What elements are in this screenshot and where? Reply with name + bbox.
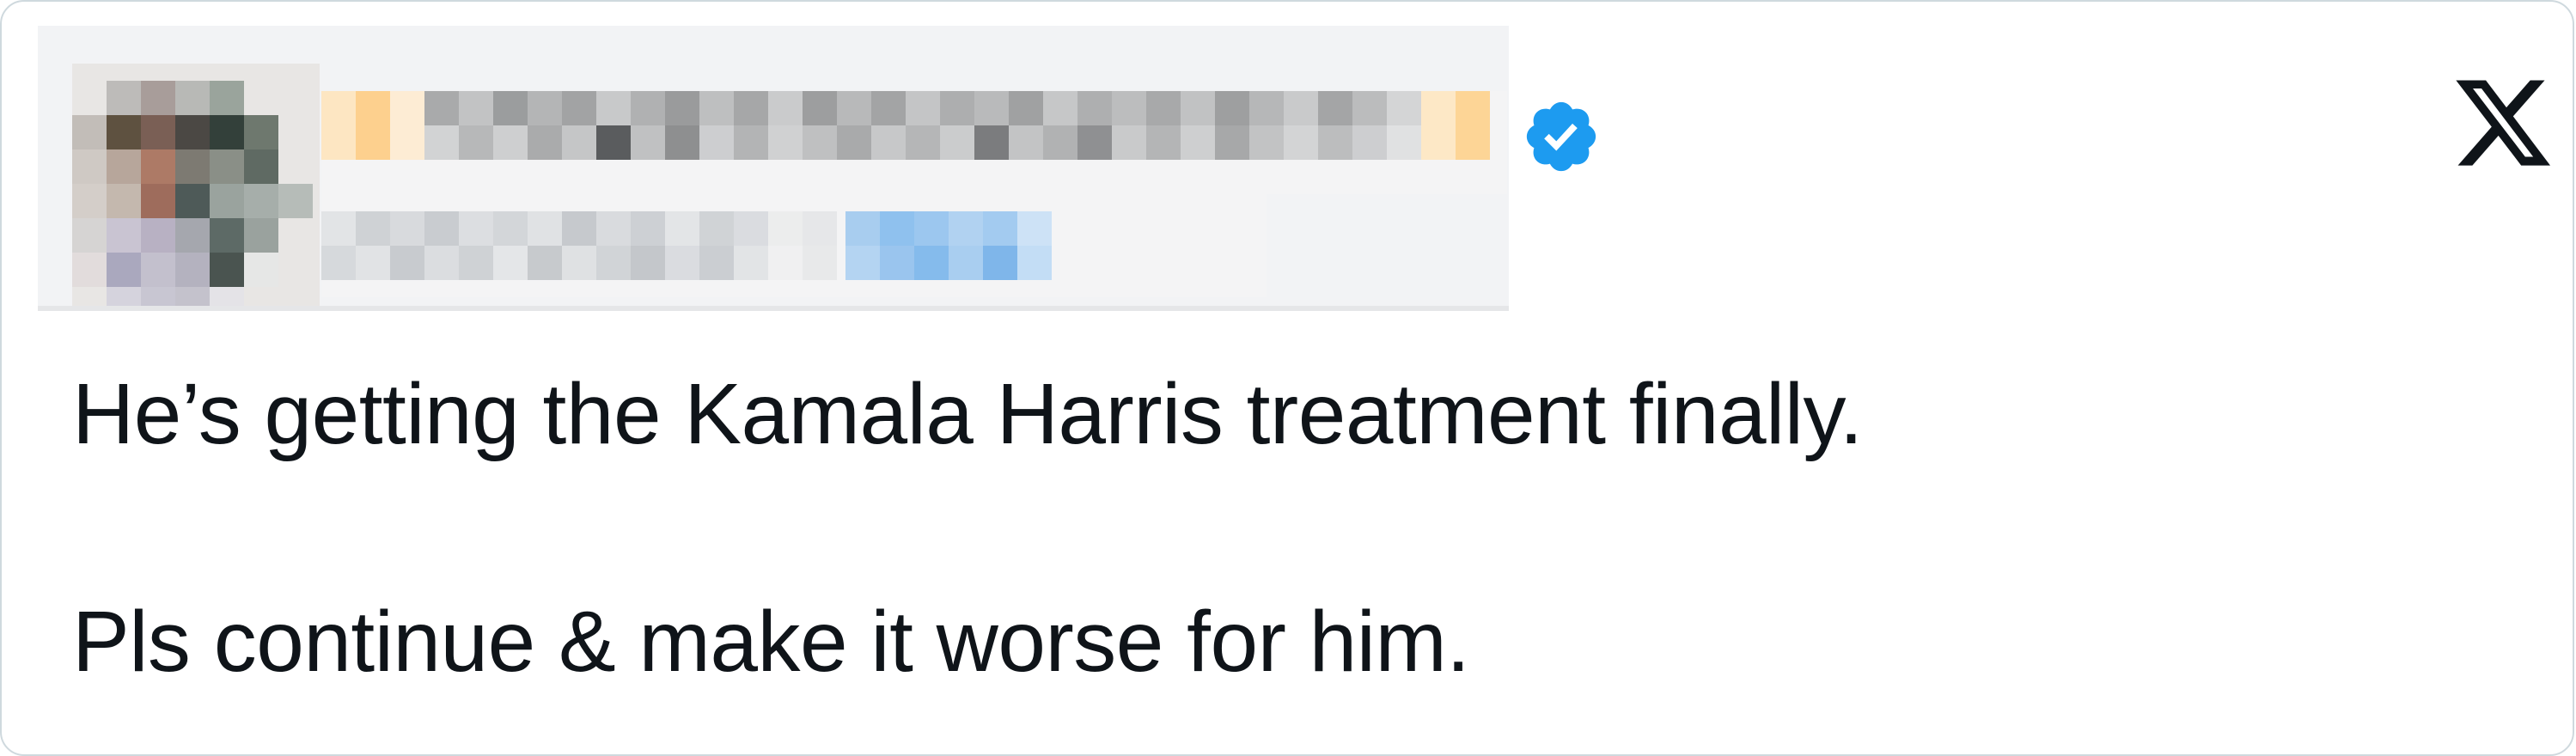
redacted-handle	[321, 194, 1267, 297]
avatar[interactable]	[72, 64, 320, 311]
tweet-paragraph-1: He’s getting the Kamala Harris treatment…	[72, 366, 1863, 462]
header-divider	[38, 306, 1509, 311]
tweet-paragraph-2: Pls continue & make it worse for him.	[72, 594, 1470, 690]
redacted-display-name	[321, 91, 1507, 194]
redacted-author-header	[38, 26, 1509, 311]
tweet-text: He’s getting the Kamala Harris treatment…	[72, 363, 1863, 693]
x-logo-icon[interactable]	[2451, 70, 2555, 175]
verified-badge-icon[interactable]	[1521, 96, 1602, 177]
tweet-card: He’s getting the Kamala Harris treatment…	[0, 0, 2574, 756]
